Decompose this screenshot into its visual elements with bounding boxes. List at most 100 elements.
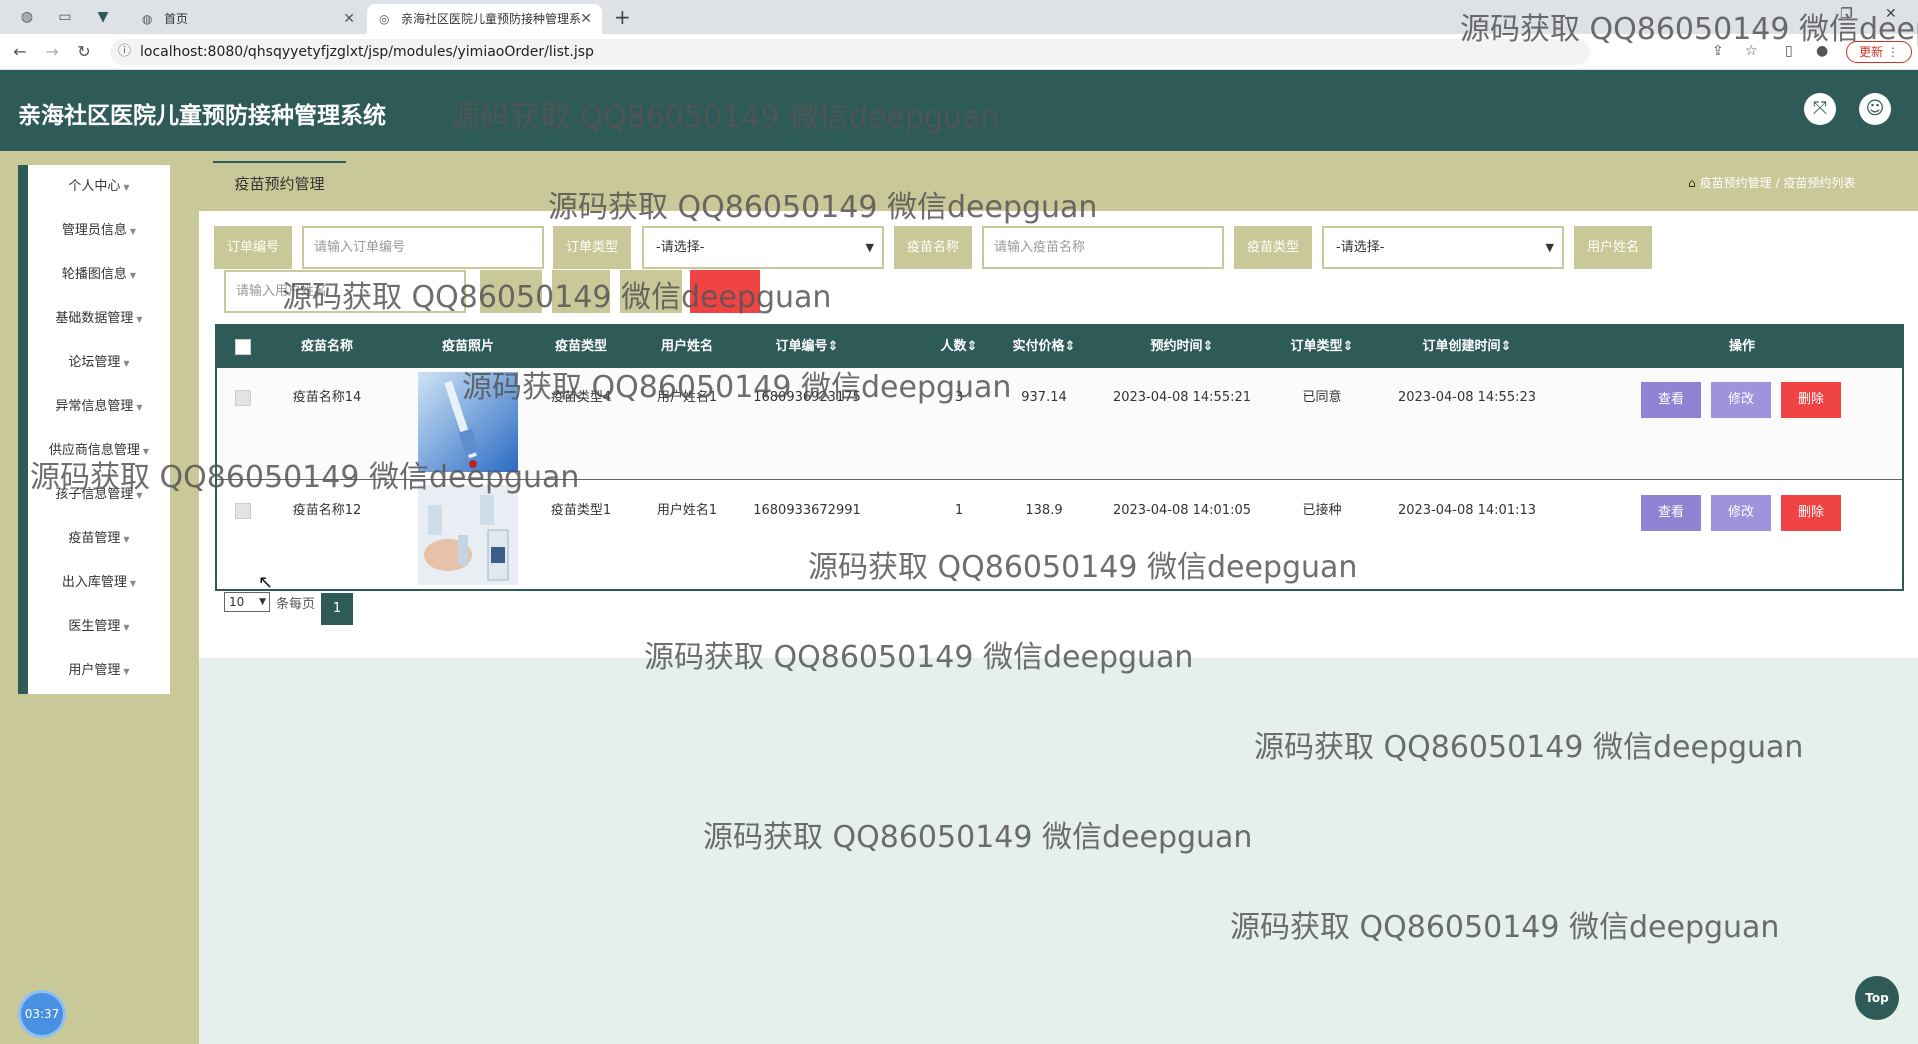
sidebar-item-carousel[interactable]: 轮播图信息 ▼ bbox=[28, 253, 170, 297]
edit-button[interactable]: 修改 bbox=[1711, 495, 1771, 531]
sidebar-item-personal-center[interactable]: 个人中心 ▼ bbox=[28, 165, 170, 209]
star-icon[interactable]: ☆ bbox=[1745, 43, 1758, 59]
vaccine-name-input[interactable]: 请输入疫苗名称 bbox=[982, 226, 1224, 269]
tab-current[interactable]: ◎ 亲海社区医院儿童预防接种管理系 ✕ bbox=[367, 4, 602, 34]
tab-home[interactable]: ◍ 首页 ✕ bbox=[130, 4, 365, 34]
browser-tab-bar: ◍ ▭ ▼ ◍ 首页 ✕ ◎ 亲海社区医院儿童预防接种管理系 ✕ + ❐ ✕ bbox=[0, 0, 1918, 34]
table-row: 疫苗名称12 疫苗类型1 用户姓名1 1680933672991 1 138.9… bbox=[217, 481, 1902, 593]
vue-icon[interactable]: ▼ bbox=[94, 8, 112, 26]
delete-button[interactable]: 删除 bbox=[1781, 495, 1841, 531]
col-appointment-time[interactable]: 预约时间⇕ bbox=[1097, 326, 1267, 368]
cell-created-time: 2023-04-08 14:55:23 bbox=[1397, 390, 1537, 405]
sidebar-item-base-data[interactable]: 基础数据管理 ▼ bbox=[28, 297, 170, 341]
update-button[interactable]: 更新 ⋮ bbox=[1846, 41, 1912, 63]
back-icon[interactable]: ← bbox=[10, 42, 30, 61]
breadcrumb: ⌂ 疫苗预约管理 / 疫苗预约列表 bbox=[1688, 176, 1856, 190]
view-button[interactable]: 查看 bbox=[1641, 382, 1701, 418]
user-avatar-icon[interactable]: ☺ bbox=[1859, 93, 1891, 125]
sidebar: 个人中心 ▼ 管理员信息 ▼ 轮播图信息 ▼ 基础数据管理 ▼ 论坛管理 ▼ 异常信息管理… bbox=[18, 165, 170, 694]
mouse-cursor-icon: ↖ bbox=[258, 572, 274, 593]
batch-delete-button[interactable] bbox=[690, 270, 760, 313]
per-page-label: 条每页 bbox=[276, 597, 316, 612]
close-icon[interactable]: ✕ bbox=[343, 4, 355, 34]
caret-down-icon: ▼ bbox=[136, 315, 143, 324]
page-size-select[interactable]: 10 ▼ bbox=[224, 592, 270, 612]
forward-icon[interactable]: → bbox=[42, 42, 62, 61]
report-button[interactable] bbox=[620, 270, 682, 313]
cell-price: 138.9 bbox=[1025, 503, 1063, 518]
sidebar-item-anomaly[interactable]: 异常信息管理 ▼ bbox=[28, 385, 170, 429]
sidebar-item-supplier[interactable]: 供应商信息管理 ▼ bbox=[28, 429, 170, 473]
add-button[interactable] bbox=[552, 270, 610, 313]
caret-down-icon: ▼ bbox=[123, 535, 130, 544]
home-icon[interactable]: ⌂ bbox=[1688, 176, 1696, 190]
breadcrumb-item[interactable]: 疫苗预约管理 bbox=[1700, 176, 1772, 190]
blank-tab-icon[interactable]: ▭ bbox=[56, 8, 74, 26]
chrome-icon[interactable]: ◍ bbox=[18, 8, 36, 26]
col-count[interactable]: 人数⇕ bbox=[929, 326, 989, 368]
col-vaccine-photo: 疫苗照片 bbox=[441, 339, 494, 354]
cell-vaccine-name: 疫苗名称12 bbox=[292, 503, 362, 518]
caret-down-icon: ▼ bbox=[129, 271, 137, 280]
view-button[interactable]: 查看 bbox=[1641, 495, 1701, 531]
caret-down-icon: ▼ bbox=[129, 579, 137, 588]
chevron-down-icon: ▼ bbox=[865, 241, 874, 254]
caret-down-icon: ▼ bbox=[129, 227, 137, 236]
url-input[interactable]: ⓘ localhost:8080/qhsqyyetyfjzglxt/jsp/mo… bbox=[110, 39, 1590, 65]
sidebar-item-user[interactable]: 用户管理 ▼ bbox=[28, 649, 170, 693]
sidepanel-icon[interactable]: ▯ bbox=[1785, 43, 1793, 59]
fullscreen-icon[interactable]: ⤧ bbox=[1804, 93, 1836, 125]
row-checkbox[interactable] bbox=[235, 503, 251, 519]
page-button-current[interactable]: 1 bbox=[321, 593, 353, 625]
vaccine-type-label: 疫苗类型 bbox=[1234, 226, 1312, 269]
order-type-label: 订单类型 bbox=[553, 226, 631, 269]
sidebar-item-doctor[interactable]: 医生管理 ▼ bbox=[28, 605, 170, 649]
cell-order-status: 已同意 bbox=[1302, 390, 1342, 405]
sidebar-item-children[interactable]: 孩子信息管理 ▼ bbox=[28, 473, 170, 517]
row-checkbox[interactable] bbox=[235, 390, 251, 406]
new-tab-icon[interactable]: + bbox=[614, 4, 631, 30]
cell-user-name: 用户姓名1 bbox=[656, 503, 718, 518]
select-all-checkbox[interactable] bbox=[235, 339, 251, 355]
user-name-input[interactable]: 请输入用户姓名 bbox=[224, 270, 466, 313]
col-order-status[interactable]: 订单类型⇕ bbox=[1267, 326, 1377, 368]
back-to-top-button[interactable]: Top bbox=[1855, 976, 1899, 1020]
order-no-label: 订单编号 bbox=[214, 226, 292, 269]
order-no-input[interactable]: 请输入订单编号 bbox=[302, 226, 544, 269]
address-bar: ← → ↻ ⓘ localhost:8080/qhsqyyetyfjzglxt/… bbox=[0, 34, 1918, 70]
edit-button[interactable]: 修改 bbox=[1711, 382, 1771, 418]
profile-icon[interactable]: ● bbox=[1816, 43, 1828, 59]
col-created-time[interactable]: 订单创建时间⇕ bbox=[1377, 326, 1557, 368]
caret-down-icon: ▼ bbox=[123, 359, 130, 368]
sidebar-item-vaccine[interactable]: 疫苗管理 ▼ bbox=[28, 517, 170, 561]
cell-vaccine-type: 疫苗类型4 bbox=[550, 390, 612, 405]
vaccine-name-label: 疫苗名称 bbox=[894, 226, 972, 269]
app-header: 亲海社区医院儿童预防接种管理系统 ⤧ ☺ bbox=[0, 70, 1918, 151]
cell-count: 3 bbox=[954, 390, 964, 405]
restore-icon[interactable]: ❐ bbox=[1840, 6, 1853, 22]
delete-button[interactable]: 删除 bbox=[1781, 382, 1841, 418]
user-name-label: 用户姓名 bbox=[1574, 226, 1652, 269]
vaccine-type-select[interactable]: -请选择- ▼ bbox=[1322, 226, 1564, 269]
col-order-no[interactable]: 订单编号⇕ bbox=[737, 326, 877, 368]
close-icon[interactable]: ✕ bbox=[580, 4, 592, 34]
col-vaccine-name[interactable]: 疫苗名称 bbox=[277, 326, 377, 368]
order-type-select[interactable]: -请选择- ▼ bbox=[642, 226, 884, 269]
col-price[interactable]: 实付价格⇕ bbox=[989, 326, 1099, 368]
share-icon[interactable]: ⇪ bbox=[1712, 43, 1724, 59]
app-title: 亲海社区医院儿童预防接种管理系统 bbox=[18, 103, 386, 129]
close-window-icon[interactable]: ✕ bbox=[1885, 6, 1897, 22]
cell-vaccine-type: 疫苗类型1 bbox=[550, 503, 612, 518]
info-icon[interactable]: ⓘ bbox=[118, 39, 131, 65]
sidebar-item-stock[interactable]: 出入库管理 ▼ bbox=[28, 561, 170, 605]
sidebar-item-forum[interactable]: 论坛管理 ▼ bbox=[28, 341, 170, 385]
cell-order-no: 1680933672991 bbox=[753, 503, 861, 518]
reload-icon[interactable]: ↻ bbox=[74, 42, 94, 61]
caret-down-icon: ▼ bbox=[136, 403, 143, 412]
order-table: 疫苗名称 疫苗照片 疫苗类型 用户姓名 订单编号⇕ 人数⇕ 实付价格⇕ 预约时间… bbox=[215, 324, 1904, 591]
sidebar-item-admin[interactable]: 管理员信息 ▼ bbox=[28, 209, 170, 253]
chevron-down-icon: ▼ bbox=[259, 597, 266, 607]
chevron-down-icon: ▼ bbox=[1545, 241, 1554, 254]
caret-down-icon: ▼ bbox=[136, 491, 143, 500]
search-button[interactable] bbox=[480, 270, 542, 313]
